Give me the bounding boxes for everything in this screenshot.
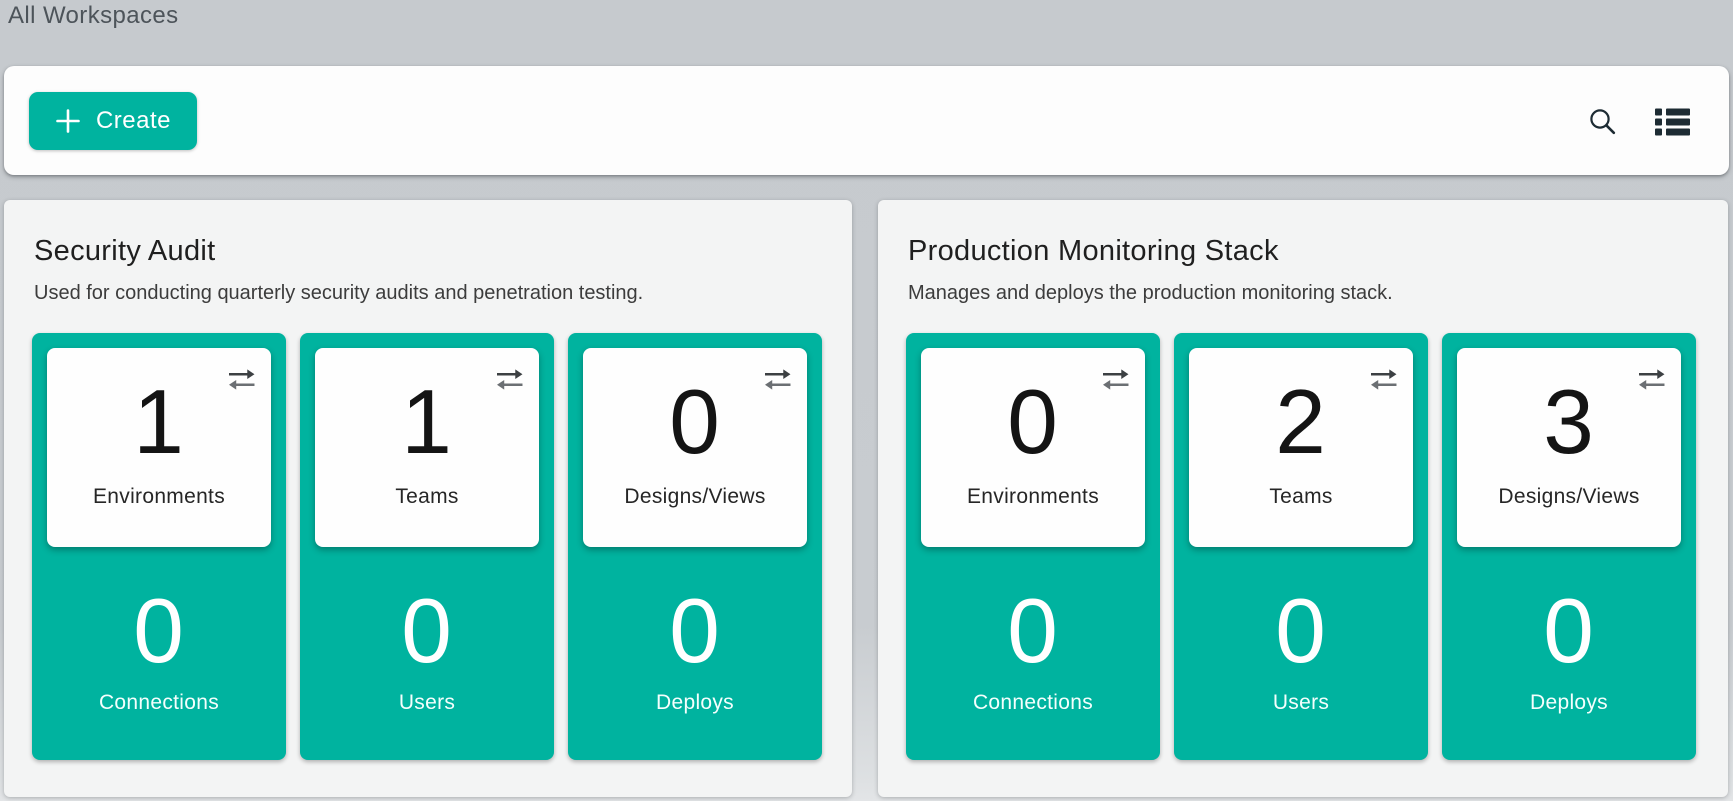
stat-value: 1 [315, 348, 539, 468]
stat-label: Environments [921, 485, 1145, 509]
stat-tile-teams: 1 Teams 0 Users [300, 333, 554, 760]
view-list-button[interactable] [1653, 104, 1692, 138]
stat-tile-bottom[interactable]: 0 Deploys [583, 547, 807, 760]
stat-value: 0 [1189, 547, 1413, 677]
stat-value: 0 [921, 547, 1145, 677]
stat-label: Designs/Views [1457, 485, 1681, 509]
stat-value: 0 [583, 547, 807, 677]
stat-tile-teams: 2 Teams 0 Users [1174, 333, 1428, 760]
view-list-icon [1655, 106, 1690, 136]
workspace-card-security-audit: Security Audit Used for conducting quart… [4, 200, 852, 797]
create-workspace-button[interactable]: Create [29, 92, 197, 150]
stat-label: Deploys [583, 691, 807, 715]
workspace-description: Manages and deploys the production monit… [908, 281, 1700, 306]
workspace-description: Used for conducting quarterly security a… [34, 281, 824, 306]
stat-tile-top[interactable]: 0 Designs/Views [583, 348, 807, 547]
stat-tile-designs-views: 3 Designs/Views 0 Deploys [1442, 333, 1696, 760]
stat-tile-environments: 0 Environments 0 Connections [906, 333, 1160, 760]
stat-tile-bottom[interactable]: 0 Users [315, 547, 539, 760]
stat-value: 0 [583, 348, 807, 468]
stat-tile-top[interactable]: 3 Designs/Views [1457, 348, 1681, 547]
page-title: All Workspaces [8, 2, 179, 30]
stat-label: Connections [921, 691, 1145, 715]
workspace-card-production-monitoring-stack: Production Monitoring Stack Manages and … [878, 200, 1728, 797]
stat-tile-bottom[interactable]: 0 Users [1189, 547, 1413, 760]
swap-horizontal-icon[interactable] [1368, 367, 1399, 392]
swap-horizontal-icon[interactable] [1636, 367, 1667, 392]
swap-horizontal-icon[interactable] [226, 367, 257, 392]
plus-icon [55, 108, 81, 134]
workspace-title: Production Monitoring Stack [908, 236, 1700, 268]
stat-label: Users [315, 691, 539, 715]
stat-value: 3 [1457, 348, 1681, 468]
stat-tile-top[interactable]: 1 Environments [47, 348, 271, 547]
stat-label: Environments [47, 485, 271, 509]
stat-label: Deploys [1457, 691, 1681, 715]
stat-value: 1 [47, 348, 271, 468]
stat-tiles-row: 0 Environments 0 Connections 2 [906, 333, 1700, 760]
workspace-cards-row: Security Audit Used for conducting quart… [4, 200, 1728, 797]
swap-horizontal-icon[interactable] [762, 367, 793, 392]
stat-value: 0 [1457, 547, 1681, 677]
stat-label: Connections [47, 691, 271, 715]
stat-value: 0 [921, 348, 1145, 468]
stat-value: 2 [1189, 348, 1413, 468]
create-button-label: Create [96, 107, 171, 135]
stat-tile-top[interactable]: 0 Environments [921, 348, 1145, 547]
stat-value: 0 [315, 547, 539, 677]
stat-tiles-row: 1 Environments 0 Connections 1 [32, 333, 824, 760]
swap-horizontal-icon[interactable] [1100, 367, 1131, 392]
stat-label: Teams [315, 485, 539, 509]
search-icon [1587, 106, 1617, 136]
search-button[interactable] [1585, 104, 1619, 138]
stat-tile-designs-views: 0 Designs/Views 0 Deploys [568, 333, 822, 760]
stat-tile-bottom[interactable]: 0 Deploys [1457, 547, 1681, 760]
toolbar-icons [1585, 66, 1692, 175]
stat-tile-bottom[interactable]: 0 Connections [921, 547, 1145, 760]
swap-horizontal-icon[interactable] [494, 367, 525, 392]
stat-value: 0 [47, 547, 271, 677]
stat-tile-top[interactable]: 2 Teams [1189, 348, 1413, 547]
stat-label: Teams [1189, 485, 1413, 509]
toolbar: Create [4, 66, 1729, 175]
stat-label: Designs/Views [583, 485, 807, 509]
stat-tile-bottom[interactable]: 0 Connections [47, 547, 271, 760]
stat-tile-top[interactable]: 1 Teams [315, 348, 539, 547]
workspace-title: Security Audit [34, 236, 824, 268]
stat-label: Users [1189, 691, 1413, 715]
stat-tile-environments: 1 Environments 0 Connections [32, 333, 286, 760]
